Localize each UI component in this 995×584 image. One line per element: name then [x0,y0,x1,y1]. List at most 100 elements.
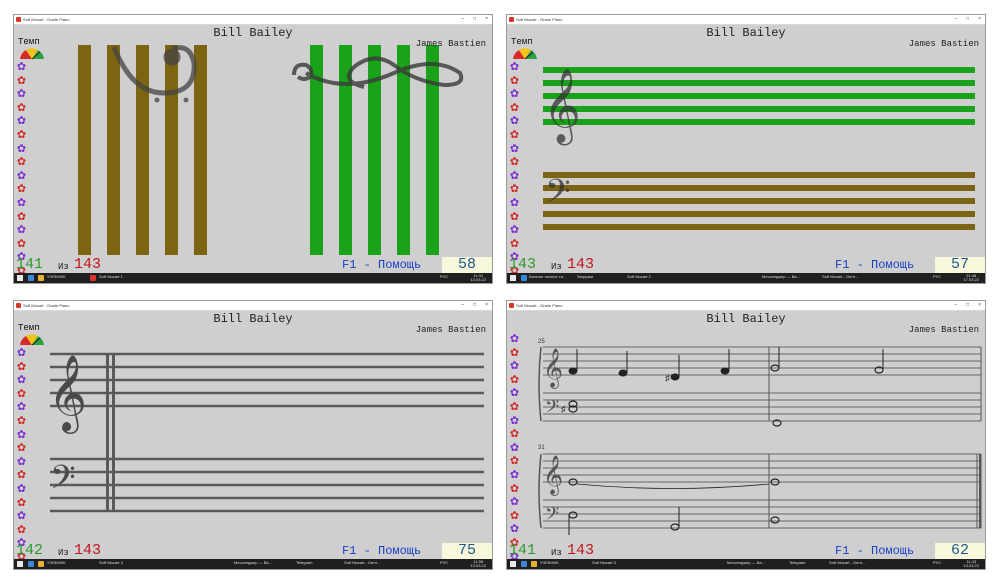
flower-icon: ✿ [509,496,520,509]
windows-start-icon[interactable] [17,275,23,281]
folder-icon[interactable] [38,275,44,281]
staff-bar [165,45,178,255]
status-bar: 142 Из 143 F1 - Помощь 75 [14,542,492,559]
song-title: Bill Bailey [213,26,293,40]
quarter-note [720,367,730,375]
search-icon[interactable] [28,275,34,281]
taskbar-item[interactable]: Soft Mozart - Gent... [822,274,858,279]
taskbar: Каталог ночное та... Загрузки Soft Mozar… [507,273,985,283]
taskbar-item[interactable]: Каталог ночное та... [529,274,566,279]
bass-clef-icon: 𝄢 [50,459,76,505]
flower-icon: ✿ [16,414,27,427]
taskbar-item[interactable]: Soft Mozart 3 [592,560,616,565]
song-title: Bill Bailey [706,312,786,326]
music-canvas [78,45,464,255]
flower-icon: ✿ [509,509,520,522]
taskbar-item[interactable]: Soft Mozart 1 [99,274,123,279]
flower-icon: ✿ [509,387,520,400]
flower-icon: ✿ [16,74,27,87]
flower-icon: ✿ [509,224,520,237]
app-icon[interactable] [90,275,96,281]
taskbar-item[interactable]: УЧЕБНИК [47,560,66,565]
bass-staff [543,499,981,529]
app-window-1: Soft Mozart - Grade Piano – □ × Bill Bai… [13,14,493,284]
flower-icon: ✿ [509,169,520,182]
current-exercise-number: 141 [16,256,44,273]
taskbar-item[interactable]: Soft Mozart 3 [99,560,123,565]
taskbar-item[interactable]: Soft Mozart - Gent... [829,560,865,565]
flower-icon: ✿ [16,496,27,509]
help-hint[interactable]: F1 - Помощь [342,544,421,558]
song-title: Bill Bailey [706,26,786,40]
status-bar: 141 Из 143 F1 - Помощь 62 [507,542,985,559]
total-exercise-number: 143 [567,542,595,559]
taskbar-item[interactable]: Мессенджер — Ва... [727,560,765,565]
flower-icon: ✿ [16,374,27,387]
taskbar-item[interactable]: УЧЕБНИК [47,274,66,279]
composer-name: James Bastien [908,325,979,335]
language-indicator[interactable]: РУС [933,274,941,279]
sheet-music: 25 𝄞 𝄢 ♯ ♯ 31 𝄞 𝄢 [538,339,982,535]
status-bar: 141 Из 143 F1 - Помощь 58 [14,256,492,273]
bass-staff [543,172,975,230]
quarter-note [618,369,628,377]
search-icon[interactable] [28,561,34,567]
flower-icon: ✿ [16,183,27,196]
of-label: Из [58,548,69,558]
taskbar-item[interactable]: УЧЕБНИК [540,560,559,565]
tempo-gauge-icon[interactable] [18,332,46,346]
treble-clef-icon: 𝄞 [543,348,563,389]
taskbar-item[interactable]: Soft Mozart - Gent... [344,560,380,565]
flower-icon: ✿ [509,156,520,169]
tempo-gauge-icon[interactable] [18,46,46,60]
flower-icon: ✿ [509,88,520,101]
flower-icon: ✿ [509,482,520,495]
tempo-gauge-icon[interactable] [511,46,539,60]
progress-flowers: ✿ ✿ ✿ ✿ ✿ ✿ ✿ ✿ ✿ ✿ ✿ ✿ ✿ ✿ ✿ ✿ [509,62,521,280]
current-exercise-number: 142 [16,542,44,559]
sharp-icon: ♯ [665,373,670,383]
flower-icon: ✿ [509,441,520,454]
language-indicator[interactable]: РУС [440,274,448,279]
flower-icon: ✿ [509,74,520,87]
windows-start-icon[interactable] [17,561,23,567]
taskbar-item[interactable]: Soft Mozart 2 [627,274,651,279]
whole-note [770,516,780,524]
language-indicator[interactable]: РУС [933,560,941,565]
folder-icon[interactable] [531,561,537,567]
clock-date: 13.03.22 [470,277,486,282]
search-icon[interactable] [521,561,527,567]
windows-start-icon[interactable] [510,561,516,567]
staff-line [543,93,975,99]
folder-icon[interactable] [38,561,44,567]
barline [106,354,109,511]
of-label: Из [58,262,69,272]
brace [538,453,542,529]
taskbar-item[interactable]: Загрузки [577,274,593,279]
bass-clef-icon: 𝄢 [545,397,559,422]
windows-start-icon[interactable] [510,275,516,281]
clock: 21:48 17.03.22 [963,274,979,282]
taskbar-item[interactable]: Telegram [789,560,805,565]
help-hint[interactable]: F1 - Помощь [835,258,914,272]
language-indicator[interactable]: РУС [440,560,448,565]
progress-flowers: ✿ ✿ ✿ ✿ ✿ ✿ ✿ ✿ ✿ ✿ ✿ ✿ ✿ ✿ ✿ ✿ [16,62,28,280]
score-display: 58 [442,257,492,273]
help-hint[interactable]: F1 - Помощь [342,258,421,272]
help-hint[interactable]: F1 - Помощь [835,544,914,558]
taskbar-item[interactable]: Мессенджер — Ва... [762,274,800,279]
bass-staff-bars [78,45,207,255]
taskbar-item[interactable]: Мессенджер — Ва... [234,560,272,565]
clock: 11:43 13.03.22 [963,560,979,568]
flower-icon: ✿ [16,347,27,359]
staff-line [543,67,975,73]
flower-icon: ✿ [509,373,520,386]
current-exercise-number: 141 [509,542,537,559]
measure-number: 25 [538,339,545,345]
search-icon[interactable] [521,275,527,281]
flower-icon: ✿ [16,510,27,523]
half-note [670,523,680,531]
flower-icon: ✿ [509,346,520,359]
taskbar-item[interactable]: Telegram [296,560,312,565]
total-exercise-number: 143 [74,542,102,559]
